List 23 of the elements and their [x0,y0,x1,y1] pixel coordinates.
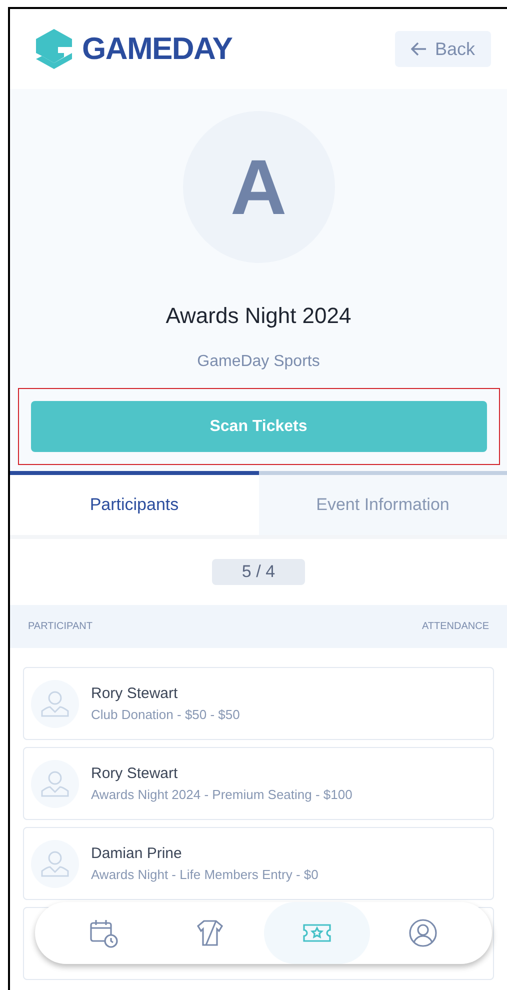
participant-name: Rory Stewart [91,764,179,784]
event-avatar: A [182,111,334,263]
event-title: Awards Night 2024 [166,302,352,330]
person-avatar-icon [31,840,79,888]
column-header: PARTICIPANT [28,620,92,634]
profile-icon [406,917,439,949]
participant-name: Damian Prine [91,844,183,864]
ticket-type: Awards Night - Life Members Entry - $0 [91,866,318,884]
ticket-type: Club Donation - $50 - $50 [91,706,240,724]
person-avatar-icon [31,760,79,808]
attendance-count: 5 / 4 [212,559,306,585]
ticket-type: Awards Night 2024 - Premium Seating - $100 [91,786,352,804]
logo-icon [34,27,74,71]
participant-card[interactable]: Rory Stewart Club Donation - $50 - $50 [23,667,494,740]
person-avatar-icon [31,680,79,728]
participant-card[interactable]: Rory Stewart Awards Night 2024 - Premium Seating - $100 [23,747,494,820]
calendar-clock-icon [88,917,120,949]
organiser-name: GameDay Sports [197,352,320,372]
arrow-left-icon [410,42,427,56]
participant-name: Rory Stewart [91,684,179,704]
gameday-logo-text: GAMEDAY [82,30,232,68]
column-header: ATTENDANCE [422,620,489,634]
participant-card[interactable]: Damian Prine Awards Night - Life Members Entry - $0 [23,827,494,900]
